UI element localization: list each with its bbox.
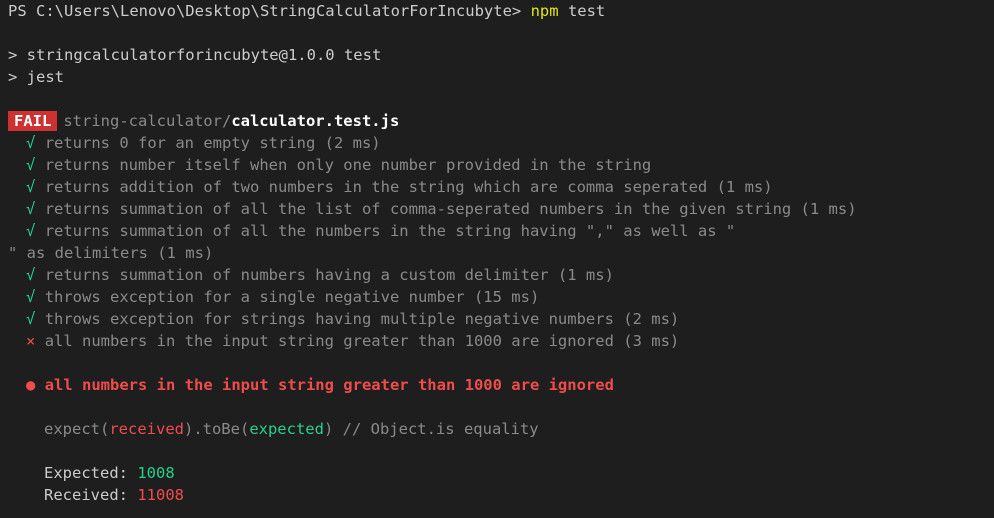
pass-check-icon: √ <box>26 266 36 284</box>
test-name: returns addition of two numbers in the s… <box>44 178 773 196</box>
pass-check-icon: √ <box>26 222 36 240</box>
expected-label: Expected: <box>44 464 128 482</box>
npm-jest-line: > jest <box>8 68 64 86</box>
prompt-line: PS C:\Users\Lenovo\Desktop\StringCalcula… <box>8 0 994 22</box>
fail-x-icon: × <box>26 332 36 350</box>
test-result-line: √ throws exception for a single negative… <box>8 286 994 308</box>
suite-result-line: FAIL string-calculator/calculator.test.js <box>8 110 994 132</box>
test-list: √ returns 0 for an empty string (2 ms) √ … <box>8 132 994 352</box>
expect-suffix: ) // Object.is equality <box>323 420 539 438</box>
prompt-path: PS C:\Users\Lenovo\Desktop\StringCalcula… <box>8 2 522 20</box>
received-value: 11008 <box>137 486 185 504</box>
expect-received-word: received <box>109 420 184 438</box>
expect-expected-word: expected <box>249 420 324 438</box>
test-name: throws exception for strings having mult… <box>44 310 680 328</box>
fail-badge: FAIL <box>8 111 58 131</box>
test-result-line: √ returns 0 for an empty string (2 ms) <box>8 132 994 154</box>
test-name: throws exception for a single negative n… <box>44 288 540 306</box>
terminal-output[interactable]: PS C:\Users\Lenovo\Desktop\StringCalcula… <box>8 0 994 518</box>
failure-title: all numbers in the input string greater … <box>44 376 614 394</box>
pass-check-icon: √ <box>26 200 36 218</box>
pass-check-icon: √ <box>26 178 36 196</box>
pass-check-icon: √ <box>26 310 36 328</box>
failure-bullet: ● <box>26 376 36 394</box>
test-name: returns summation of all the numbers in … <box>44 222 736 240</box>
test-result-line: √ returns summation of all the numbers i… <box>8 220 994 242</box>
expected-value: 1008 <box>137 464 175 482</box>
suite-path-file: calculator.test.js <box>231 112 400 130</box>
npm-script-line: > stringcalculatorforincubyte@1.0.0 test <box>8 46 382 64</box>
test-wrap-text: " as delimiters (1 ms) <box>8 244 214 262</box>
test-result-line: √ throws exception for strings having mu… <box>8 308 994 330</box>
test-name: returns summation of numbers having a cu… <box>44 266 614 284</box>
command-arg: test <box>567 2 606 20</box>
expected-line: Expected: 1008 <box>8 462 994 484</box>
test-result-line: √ returns addition of two numbers in the… <box>8 176 994 198</box>
received-line: Received: 11008 <box>8 484 994 506</box>
test-name: returns summation of all the list of com… <box>44 200 857 218</box>
pass-check-icon: √ <box>26 134 36 152</box>
test-name: returns number itself when only one numb… <box>44 156 652 174</box>
expect-mid: ).toBe( <box>183 420 250 438</box>
command-npm: npm <box>530 2 559 20</box>
failure-title-line: ● all numbers in the input string greate… <box>8 374 994 396</box>
suite-path-dir: string-calculator/ <box>63 112 232 130</box>
pass-check-icon: √ <box>26 156 36 174</box>
test-name: returns 0 for an empty string (2 ms) <box>44 134 381 152</box>
test-result-line: √ returns summation of all the list of c… <box>8 198 994 220</box>
test-result-line: × all numbers in the input string greate… <box>8 330 994 352</box>
test-result-line: √ returns number itself when only one nu… <box>8 154 994 176</box>
pass-check-icon: √ <box>26 288 36 306</box>
test-name: all numbers in the input string greater … <box>44 332 680 350</box>
received-label: Received: <box>44 486 128 504</box>
expect-prefix: expect( <box>44 420 110 438</box>
test-result-line: √ returns summation of numbers having a … <box>8 264 994 286</box>
expect-line: expect(received).toBe(expected) // Objec… <box>8 418 994 440</box>
test-line-wrap: " as delimiters (1 ms) <box>8 242 994 264</box>
